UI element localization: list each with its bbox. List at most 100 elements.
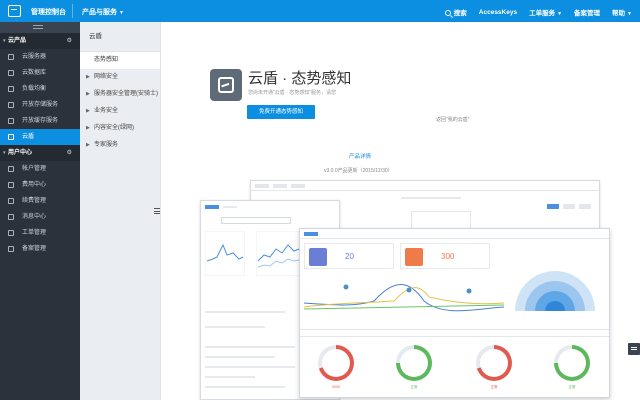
sidebar-group-user-center[interactable]: ▾ 用户中心 ⚙	[0, 145, 80, 161]
chevron-down-icon: ▾	[3, 38, 6, 44]
chevron-down-icon: ▼	[627, 11, 632, 17]
sidebar-item-label: 续费管理	[22, 198, 47, 204]
database-icon	[8, 70, 14, 76]
top-navigation-bar: 管理控制台 产品与服务 ▼ 搜索 AccessKeys 工单服务 ▼ 备案管理 帮助…	[0, 0, 640, 22]
subnav-item-label: 内容安全(绿网)	[94, 125, 134, 131]
sidebar-item-account[interactable]: 帐户管理	[0, 161, 80, 177]
collapse-nav-icon[interactable]	[154, 208, 160, 214]
subnav-item-label: 态势感知	[94, 57, 119, 63]
sidebar-item-label: 消息中心	[22, 214, 47, 220]
image-icon	[218, 77, 234, 93]
sidebar-item-slb[interactable]: 负载均衡	[0, 81, 80, 97]
sidebar-item-label: 负载均衡	[22, 86, 47, 92]
main-sidebar: ▾ 云产品 ⚙ 云服务器 云数据库 负载均衡 开放存储服务 开放缓存服务 云盾 …	[0, 22, 80, 400]
sidebar-item-ecs[interactable]: 云服务器	[0, 49, 80, 65]
preview-stat-2: 300	[441, 252, 455, 261]
sidebar-item-label: 开放缓存服务	[22, 118, 59, 124]
chevron-down-icon: ▼	[119, 10, 124, 16]
sidebar-item-yundun[interactable]: 云盾	[0, 129, 80, 145]
chevron-right-icon: ▶	[86, 125, 90, 131]
help-menu[interactable]: 帮助 ▼	[612, 7, 632, 17]
search-link[interactable]: 搜索	[444, 7, 467, 17]
console-logo-icon[interactable]	[8, 5, 21, 17]
sidebar-toggle[interactable]	[0, 22, 80, 33]
gauge-caption-3: 正常	[490, 385, 498, 389]
sidebar-group-label: 用户中心	[8, 150, 33, 156]
chevron-down-icon: ▾	[3, 150, 6, 156]
sidebar-item-renewal[interactable]: 续费管理	[0, 193, 80, 209]
subnav-item-label: 专家服务	[94, 142, 119, 148]
subnav-item-label: 服务器安全管理(安骑士)	[94, 91, 158, 97]
sidebar-item-label: 云数据库	[22, 70, 47, 76]
sidebar-item-filing[interactable]: 备案管理	[0, 241, 80, 257]
subnav-item-business-security[interactable]: ▶ 业务安全	[80, 103, 160, 120]
cache-icon	[8, 118, 14, 124]
back-to-my-yundun-link[interactable]: 返回"我的云盾"	[436, 116, 470, 123]
ticket-service-menu[interactable]: 工单服务 ▼	[529, 7, 562, 17]
subnav-item-label: 业务安全	[94, 108, 119, 114]
subnav-item-situational-awareness[interactable]: 态势感知	[80, 52, 160, 69]
wrench-icon	[8, 230, 14, 236]
gauge-caption-4: 正常	[568, 385, 576, 389]
shield-icon	[8, 134, 14, 140]
server-icon	[8, 54, 14, 60]
message-icon	[8, 214, 14, 220]
topbar-right-menu: 搜索 AccessKeys 工单服务 ▼ 备案管理 帮助 ▼	[444, 7, 632, 17]
subnav-item-network-security[interactable]: ▶ 网络安全	[80, 69, 160, 86]
chevron-right-icon: ▶	[86, 74, 90, 80]
subnav-item-server-security[interactable]: ▶ 服务器安全管理(安骑士)	[80, 86, 160, 103]
gauge-caption-1: 0000	[332, 385, 340, 389]
sidebar-item-oss[interactable]: 开放存储服务	[0, 97, 80, 113]
yen-icon	[8, 182, 14, 188]
ticket-service-label: 工单服务	[529, 10, 556, 17]
products-services-label: 产品与服务	[82, 9, 117, 16]
subnav-item-content-security[interactable]: ▶ 内容安全(绿网)	[80, 120, 160, 137]
menu-icon	[33, 25, 43, 29]
sidebar-item-label: 云服务器	[22, 54, 47, 60]
search-label: 搜索	[453, 10, 467, 17]
chevron-right-icon: ▶	[86, 142, 90, 148]
gauge-caption-2: 正常	[410, 385, 418, 389]
load-balancer-icon	[8, 86, 14, 92]
sidebar-item-label: 工单管理	[22, 230, 47, 236]
user-icon	[8, 166, 14, 172]
gear-icon[interactable]: ⚙	[67, 145, 72, 161]
sidebar-item-label: 开放存储服务	[22, 102, 59, 108]
preview-front-screen: 20 300 0000 正常 正常 正常	[299, 228, 610, 398]
storage-icon	[8, 102, 14, 108]
help-label: 帮助	[612, 10, 626, 17]
subnav-item-label: 网络安全	[94, 74, 119, 80]
feedback-chat-icon[interactable]	[628, 343, 640, 355]
sidebar-item-label: 帐户管理	[22, 166, 47, 172]
chevron-right-icon: ▶	[86, 108, 90, 114]
chevron-down-icon: ▼	[557, 11, 563, 17]
product-description: 您尚未开通"云盾 · 态势感知"服务，请您	[248, 90, 336, 96]
renew-icon	[8, 198, 14, 204]
sidebar-item-tickets[interactable]: 工单管理	[0, 225, 80, 241]
search-icon	[444, 10, 451, 16]
sidebar-item-ocs[interactable]: 开放缓存服务	[0, 113, 80, 129]
console-brand-link[interactable]: 管理控制台	[31, 7, 66, 17]
product-icon	[210, 69, 242, 101]
subnav-item-expert-service[interactable]: ▶ 专家服务	[80, 137, 160, 154]
accesskeys-link[interactable]: AccessKeys	[479, 9, 517, 16]
secondary-nav-title: 云盾	[80, 22, 160, 52]
products-services-menu[interactable]: 产品与服务 ▼	[82, 7, 124, 17]
gear-icon[interactable]: ⚙	[67, 33, 72, 49]
secondary-nav: 云盾 态势感知 ▶ 网络安全 ▶ 服务器安全管理(安骑士) ▶ 业务安全 ▶ 内容安全(…	[80, 22, 161, 400]
filing-management-link[interactable]: 备案管理	[574, 7, 600, 17]
filing-icon	[8, 246, 14, 252]
preview-stat-1: 20	[345, 252, 354, 261]
product-preview-image: 20 300 0000 正常 正常 正常	[200, 156, 610, 400]
sidebar-item-messages[interactable]: 消息中心	[0, 209, 80, 225]
sidebar-item-label: 云盾	[22, 134, 35, 140]
sidebar-item-rds[interactable]: 云数据库	[0, 65, 80, 81]
free-open-button[interactable]: 免费开通态势感知	[247, 105, 315, 119]
main-content: 云盾 · 态势感知 您尚未开通"云盾 · 态势感知"服务，请您 免费开通态势感知…	[161, 22, 640, 400]
chevron-right-icon: ▶	[86, 91, 90, 97]
topbar-divider	[72, 4, 73, 18]
sidebar-group-label: 云产品	[8, 38, 27, 44]
sidebar-group-products[interactable]: ▾ 云产品 ⚙	[0, 33, 80, 49]
sidebar-item-label: 备案管理	[22, 246, 47, 252]
sidebar-item-billing[interactable]: 费用中心	[0, 177, 80, 193]
